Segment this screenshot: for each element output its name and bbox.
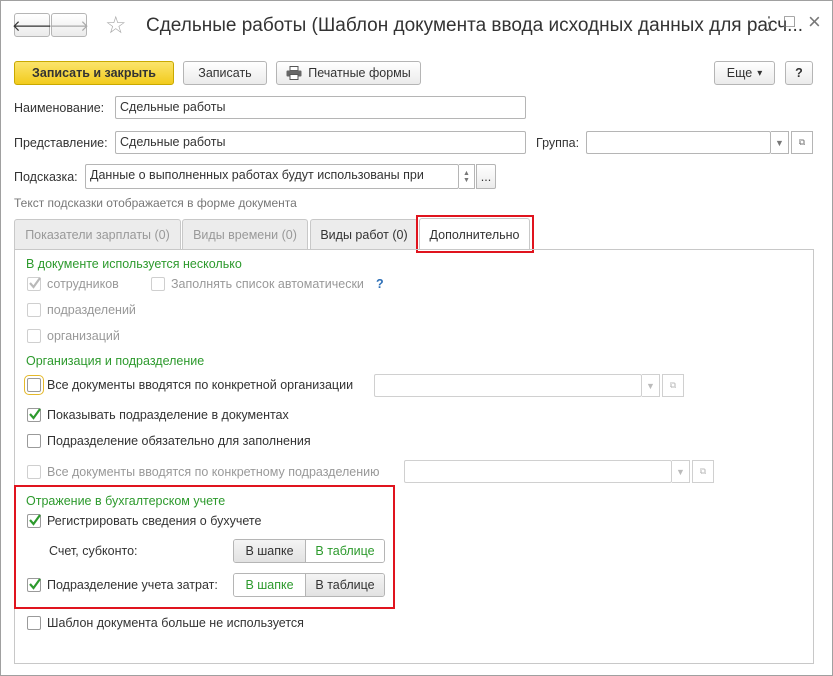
spin-down-icon: ▼: [463, 176, 470, 184]
organization-dropdown-button[interactable]: ▼: [642, 374, 660, 397]
checkmark-icon: [29, 514, 41, 526]
checkmark-icon: [29, 408, 41, 420]
group-input[interactable]: [586, 131, 771, 154]
dept-required-checkbox[interactable]: [27, 434, 41, 448]
organizations-checkbox[interactable]: [27, 329, 41, 343]
organization-open-button[interactable]: ⧉: [662, 374, 684, 397]
favorite-star-icon[interactable]: ☆: [105, 11, 127, 40]
close-icon[interactable]: ×: [808, 9, 821, 35]
more-label: Еще: [726, 66, 753, 80]
save-and-close-button[interactable]: Записать и закрыть: [14, 61, 174, 85]
print-forms-button[interactable]: Печатные формы: [276, 61, 421, 85]
all-docs-org-label: Все документы вводятся по конкретной орг…: [47, 378, 354, 392]
name-label: Наименование:: [14, 101, 105, 115]
show-dept-label: Показывать подразделение в документах: [47, 408, 289, 422]
hint-spinner[interactable]: ▲ ▼: [459, 164, 475, 189]
window-title: Сдельные работы (Шаблон документа ввода …: [146, 15, 804, 36]
hint-edit-button[interactable]: ...: [476, 164, 496, 189]
autofill-checkbox[interactable]: [151, 277, 165, 291]
show-dept-checkbox[interactable]: [27, 408, 41, 422]
tab-salary-indicators[interactable]: Показатели зарплаты (0): [14, 219, 181, 249]
section-multiple-title: В документе используется несколько: [26, 257, 242, 271]
open-icon: ⧉: [798, 137, 806, 147]
employees-label: сотрудников: [47, 277, 119, 291]
hint-input[interactable]: Данные о выполненных работах будут испол…: [85, 164, 459, 189]
account-placement-switch[interactable]: В шапке В таблице: [233, 539, 385, 563]
maximize-icon[interactable]: □: [784, 11, 795, 32]
department-input[interactable]: [404, 460, 672, 483]
tab-additional[interactable]: Дополнительно: [419, 218, 530, 250]
cost-dept-placement-switch[interactable]: В шапке В таблице: [233, 573, 385, 597]
chevron-down-icon: ▾: [757, 67, 763, 79]
section-org-dept-title: Организация и подразделение: [26, 354, 205, 368]
account-in-header-option[interactable]: В шапке: [234, 540, 305, 562]
departments-label: подразделений: [47, 303, 136, 317]
spin-up-icon: ▲: [463, 169, 470, 177]
cost-dept-in-header-option[interactable]: В шапке: [234, 574, 305, 596]
print-forms-label: Печатные формы: [308, 66, 411, 80]
chevron-down-icon: ▼: [775, 137, 784, 148]
more-button[interactable]: Еще ▾: [714, 61, 775, 85]
arrow-left-icon: 🡐: [11, 17, 53, 35]
hint-label: Подсказка:: [14, 170, 78, 184]
name-input[interactable]: Сдельные работы: [115, 96, 526, 119]
checkmark-icon: [29, 578, 41, 590]
document-window: 🡐 🡒 ☆ Сдельные работы (Шаблон документа …: [0, 0, 833, 676]
open-icon: ⧉: [669, 380, 677, 390]
organizations-label: организаций: [47, 329, 120, 343]
chevron-down-icon: ▼: [676, 466, 685, 477]
chevron-down-icon: ▼: [646, 380, 655, 391]
open-icon: ⧉: [699, 466, 707, 476]
tab-work-types[interactable]: Виды работ (0): [310, 219, 418, 249]
department-dropdown-button[interactable]: ▼: [672, 460, 690, 483]
account-in-table-option[interactable]: В таблице: [306, 540, 384, 562]
autofill-help-icon[interactable]: ?: [376, 277, 384, 291]
checkmark-icon: [29, 277, 41, 289]
all-docs-dept-label: Все документы вводятся по конкретному по…: [47, 465, 380, 479]
group-open-button[interactable]: ⧉: [791, 131, 813, 154]
register-accounting-label: Регистрировать сведения о бухучете: [47, 514, 262, 528]
back-button[interactable]: 🡐: [11, 13, 53, 37]
dept-required-label: Подразделение обязательно для заполнения: [47, 434, 311, 448]
hint-note: Текст подсказки отображается в форме док…: [14, 196, 297, 210]
autofill-label: Заполнять список автоматически: [171, 277, 364, 291]
cost-dept-checkbox[interactable]: [27, 578, 41, 592]
employees-checkbox[interactable]: [27, 277, 41, 291]
group-label: Группа:: [536, 136, 580, 150]
cost-dept-label: Подразделение учета затрат:: [47, 578, 218, 592]
register-accounting-checkbox[interactable]: [27, 514, 41, 528]
representation-input[interactable]: Сдельные работы: [115, 131, 526, 154]
all-docs-dept-checkbox[interactable]: [27, 465, 41, 479]
menu-dots-icon[interactable]: ⋮: [760, 13, 778, 34]
representation-label: Представление:: [14, 136, 108, 150]
organization-input[interactable]: [374, 374, 642, 397]
forward-button[interactable]: 🡒: [48, 13, 90, 37]
all-docs-org-checkbox[interactable]: [24, 375, 44, 395]
template-unused-label: Шаблон документа больше не используется: [47, 616, 304, 630]
printer-icon: [286, 66, 302, 80]
group-dropdown-button[interactable]: ▼: [771, 131, 789, 154]
departments-checkbox[interactable]: [27, 303, 41, 317]
tab-time-types[interactable]: Виды времени (0): [182, 219, 308, 249]
cost-dept-in-table-option[interactable]: В таблице: [306, 574, 384, 596]
department-open-button[interactable]: ⧉: [692, 460, 714, 483]
help-button[interactable]: ?: [785, 61, 813, 85]
template-unused-checkbox[interactable]: [27, 616, 41, 630]
arrow-right-icon: 🡒: [48, 17, 90, 35]
save-button[interactable]: Записать: [183, 61, 267, 85]
section-accounting-title: Отражение в бухгалтерском учете: [26, 494, 226, 508]
account-subconto-label: Счет, субконто:: [49, 544, 138, 558]
